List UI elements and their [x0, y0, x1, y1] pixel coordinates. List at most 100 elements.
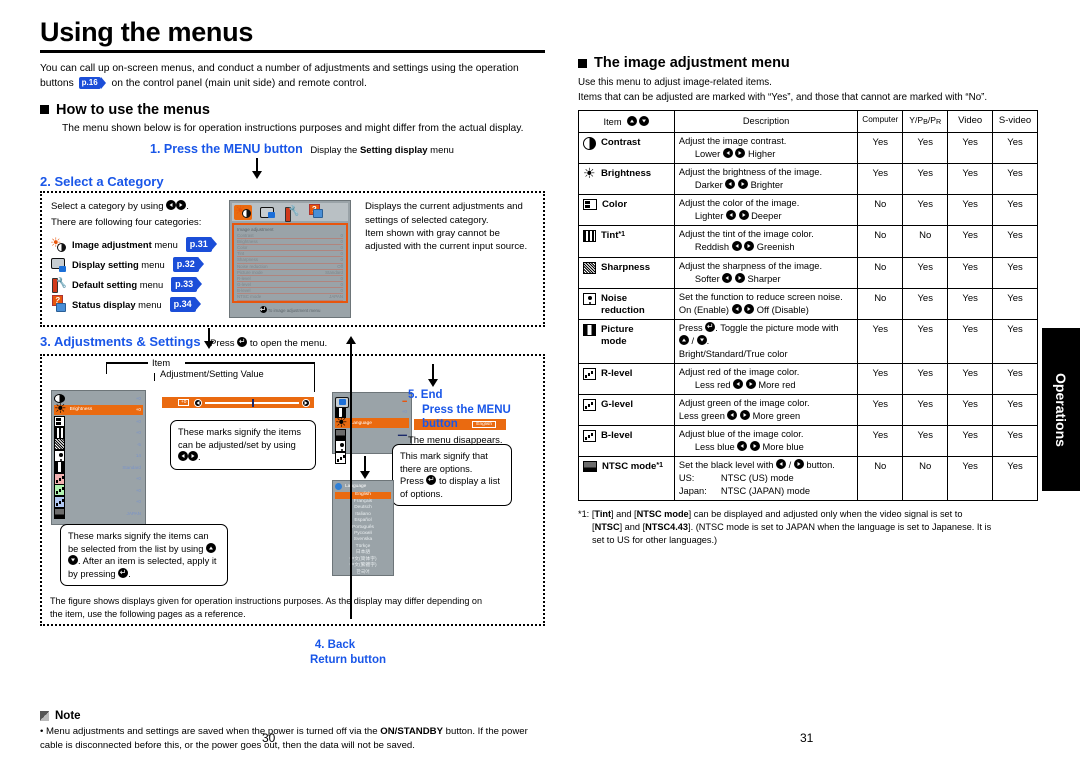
osd-tab-image-adjustment[interactable] [234, 204, 252, 220]
note-heading: Note [40, 710, 545, 722]
cell-computer: Yes [857, 163, 904, 196]
osd-row-value: 0 [340, 238, 343, 244]
row-desc-left: Darker [694, 180, 723, 191]
cell-svideo: Yes [992, 318, 1038, 364]
page-ref-p33[interactable]: p.33 [171, 276, 203, 293]
page-title: Using the menus [40, 17, 254, 47]
image-menu-heading: The image adjustment menu [578, 55, 1038, 71]
osd-row-value: 0 [340, 232, 343, 238]
row-item-name: Sharpness [601, 261, 651, 273]
cell-video: Yes [947, 393, 994, 426]
cell-svideo: Yes [992, 424, 1038, 457]
left-arrow-button-icon [733, 378, 744, 389]
row-item-name: Color [602, 199, 628, 211]
cell-computer: No [857, 287, 904, 320]
osd-slider-band[interactable]: +0 [162, 397, 314, 409]
page-ref-p16[interactable]: p.16 [78, 76, 106, 90]
row-desc-right: More red [758, 379, 796, 390]
category-item-image-adjustment[interactable]: Image adjustment menu p.31 [50, 235, 221, 254]
display-setting-icon [335, 396, 349, 408]
category-item-status-display[interactable]: Status display menu p.34 [51, 295, 221, 314]
osd-mock-row: +0 [54, 495, 143, 508]
row-description: Adjust green of the image color. [678, 397, 810, 408]
osd-mock-value: +0 [135, 395, 141, 401]
cell-computer: Yes [857, 362, 904, 395]
osd-preview: Image adjustment Contrast0 Brightness0 C… [229, 200, 351, 319]
row-desc-left: Less red [694, 379, 731, 390]
osd-tab-default-setting[interactable] [282, 205, 300, 223]
image-adjustment-icon [50, 235, 66, 253]
osd-row-label: Noise reduction [237, 263, 268, 269]
title-rule [40, 50, 545, 54]
step-3-row: 3. Adjustments & Settings Press to open … [40, 328, 545, 354]
slider-track[interactable] [205, 398, 299, 407]
cell-svideo: Yes [992, 362, 1038, 395]
slider-left-icon[interactable] [194, 398, 203, 407]
table-row: Color Adjust the color of the image. Lig… [578, 194, 1038, 227]
caption-item: Item [152, 358, 171, 369]
caption-leader [106, 362, 108, 375]
row-desc-left: Softer [694, 273, 720, 284]
left-arrow-button-icon [737, 440, 748, 451]
category-item-display-setting[interactable]: Display setting menu p.32 [51, 255, 221, 274]
category-suffix: menu [139, 278, 164, 290]
image-menu-heading-text: The image adjustment menu [594, 55, 790, 71]
up-arrow-button-icon [678, 334, 689, 345]
page-ref-p31[interactable]: p.31 [185, 236, 217, 253]
osd-tab-display-setting[interactable] [258, 205, 276, 220]
osd-row-value: JAPAN [329, 294, 343, 300]
right-arrow-button-icon [749, 440, 760, 451]
step-1-label: 1. Press the MENU button [150, 142, 303, 157]
cell-computer: No [857, 225, 904, 258]
osd-row-label: NTSC mode [237, 294, 262, 300]
right-arrow-button-icon [744, 303, 755, 314]
language-list-header: Language [335, 483, 391, 491]
row-desc-left: Less green [678, 410, 725, 421]
row-item-name: Brightness [601, 168, 652, 180]
osd-row-label: Contrast [237, 232, 254, 238]
step-5-line1: 5. End [408, 389, 443, 401]
b-level-icon [583, 429, 596, 442]
down-arrow-button-icon [639, 116, 650, 127]
osd-row-label: B-level [237, 288, 251, 294]
cell-computer: Yes [857, 318, 904, 364]
row-item-name: R-level [601, 367, 633, 379]
step-3-note: Press to open the menu. [210, 337, 327, 349]
osd-mock-value: JAPAN [126, 510, 141, 516]
up-arrow-button-icon [205, 542, 216, 553]
osd-mock-row-selected[interactable]: Language [335, 418, 409, 429]
row-item-name: G-level [601, 398, 633, 410]
step-2-box: Select a category by using . There are f… [40, 191, 545, 328]
cell-video: Yes [947, 132, 994, 165]
osd-row-value: 0 [340, 257, 343, 263]
left-arrow-button-icon [731, 241, 742, 252]
cell-svideo: Yes [992, 225, 1038, 258]
slider-right-icon[interactable] [302, 398, 310, 407]
row-desc-right: More green [752, 410, 801, 421]
osd-mock-row-selected[interactable]: Brightness +0 [54, 404, 143, 415]
osd-mock-row: ▬▬ [335, 429, 409, 441]
footnote-line3: set to US for other languages.) [592, 535, 718, 546]
table-row: Noise reduction Set the function to redu… [578, 287, 1038, 320]
osd-mock-row: Standard [54, 461, 143, 474]
table-row: Tint*1 Adjust the tint of the image colo… [578, 225, 1038, 258]
category-item-default-setting[interactable]: Default setting menu p.33 [51, 275, 221, 294]
page-ref-p32[interactable]: p.32 [172, 256, 204, 273]
row-desc-left: On (Enable) [678, 304, 730, 315]
intro-paragraph: You can call up on-screen menus, and con… [40, 62, 545, 91]
osd-mock-value: +0 [135, 476, 141, 482]
osd-tab-status-display[interactable] [306, 204, 324, 220]
g-level-icon [54, 484, 65, 497]
page-ref-p34[interactable]: p.34 [169, 296, 201, 313]
step-1-note-bold: Setting display [359, 145, 428, 157]
category-name: Status display menu [72, 298, 162, 311]
left-arrow-button-icon [727, 409, 738, 420]
cell-computer: Yes [857, 132, 904, 165]
row-item-name: NTSC mode [602, 460, 657, 472]
category-list: Image adjustment menu p.31 Display setti… [50, 235, 221, 314]
osd-row-value: 0 [340, 275, 343, 281]
language-option[interactable]: 한국어 [335, 570, 391, 576]
column-header-video: Video [947, 110, 994, 134]
cell-svideo: Yes [992, 393, 1038, 426]
step-5-line3: button [422, 418, 458, 431]
